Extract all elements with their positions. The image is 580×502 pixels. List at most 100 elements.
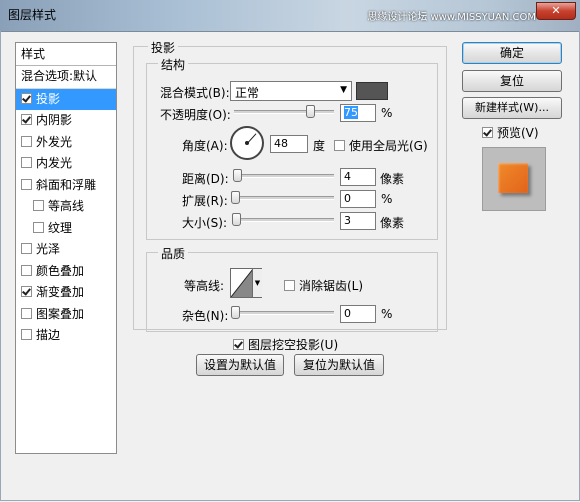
knockout-label: 图层挖空投影(U) [248,338,339,352]
noise-value: 0 [344,307,351,320]
reset-default-button[interactable]: 复位为默认值 [294,354,384,376]
style-item[interactable]: 颜色叠加 [16,261,116,283]
style-item-checkbox[interactable] [21,264,32,276]
blend-mode-value: 正常 [235,86,260,100]
contour-chevron-down-icon[interactable]: ▼ [252,269,262,297]
spread-value: 0 [344,192,351,205]
spread-input[interactable]: 0 [340,190,376,208]
style-item-checkbox[interactable] [33,200,44,211]
style-item[interactable]: 描边 [16,325,116,347]
size-slider-track [234,218,334,222]
style-item[interactable]: 内发光 [16,153,116,175]
opacity-slider-track [234,110,334,114]
style-item-checkbox[interactable] [33,221,44,233]
spread-label: 扩展(R): [182,194,228,208]
distance-slider[interactable] [233,169,334,182]
size-unit: 像素 [380,216,405,230]
spread-percent-sign: % [381,192,393,206]
spread-slider-thumb[interactable] [231,191,240,204]
angle-dial-center [245,141,249,145]
angle-unit: 度 [313,139,326,153]
style-items: 投影内阴影外发光内发光斜面和浮雕等高线纹理光泽颜色叠加渐变叠加图案叠加 描边 [16,88,116,347]
style-item-checkbox[interactable] [21,157,32,168]
make-default-button[interactable]: 设置为默认值 [196,354,284,376]
contour-picker[interactable]: ▼ [230,268,262,298]
angle-input[interactable]: 48 [270,135,308,153]
angle-value: 48 [274,137,288,150]
knockout-check-icon[interactable] [233,339,244,350]
distance-unit: 像素 [380,172,405,186]
style-item-label: 外发光 [36,134,73,149]
style-item-checkbox[interactable] [21,307,32,319]
distance-slider-thumb[interactable] [233,169,242,182]
style-item-label: 渐变叠加 [36,285,85,299]
antialias-check-icon[interactable] [284,280,295,291]
style-item[interactable]: 内阴影 [16,110,116,132]
antialias-checkbox[interactable]: 消除锯齿(L) [284,277,363,294]
knockout-checkbox[interactable]: 图层挖空投影(U) [233,336,338,353]
style-item[interactable]: 外发光 [16,132,116,154]
style-item-checkbox[interactable] [21,178,32,190]
style-item-label: 斜面和浮雕 [36,177,97,192]
size-slider[interactable] [232,213,334,226]
style-item-label: 颜色叠加 [36,263,85,278]
distance-input[interactable]: 4 [340,168,376,186]
angle-dial[interactable] [230,126,264,160]
styles-list-header[interactable]: 样式 [16,43,116,66]
opacity-input[interactable]: 75 [340,104,376,122]
style-item-label: 纹理 [48,220,73,235]
preview-checkbox[interactable]: 预览(V) [482,124,539,141]
style-item-label: 等高线 [48,199,85,213]
contour-curve-icon [231,269,253,297]
style-item-checkbox[interactable] [21,135,32,147]
close-button[interactable]: ✕ [536,2,576,20]
style-preview [482,147,546,211]
opacity-percent-sign: % [381,106,393,120]
opacity-slider-thumb[interactable] [306,105,315,118]
styles-list: 样式 混合选项:默认 投影内阴影外发光内发光斜面和浮雕等高线纹理光泽颜色叠加渐变… [15,42,117,454]
preview-check-icon[interactable] [482,127,493,138]
ok-button[interactable]: 确定 [462,42,562,64]
style-item-label: 投影 [36,91,61,106]
style-item-checkbox[interactable] [21,286,32,297]
opacity-slider[interactable] [234,105,334,118]
noise-percent-sign: % [381,307,393,321]
distance-label: 距离(D): [182,172,229,186]
angle-label: 角度(A): [182,139,228,153]
contour-label: 等高线: [184,279,225,293]
window-title: 图层样式 [8,8,57,22]
preview-swatch [498,163,528,193]
opacity-label: 不透明度(O): [160,108,231,122]
style-item-checkbox[interactable] [21,329,32,340]
style-item-checkbox[interactable] [21,243,32,254]
reset-button[interactable]: 复位 [462,70,562,92]
size-input[interactable]: 3 [340,212,376,230]
style-item[interactable]: 投影 [16,88,116,110]
style-item[interactable]: 图案叠加 [16,304,116,326]
blend-options-item[interactable]: 混合选项:默认 [16,66,116,89]
title-bar[interactable]: 图层样式 思缘设计论坛 www.MISSYUAN.COM ✕ [0,0,580,32]
style-item-checkbox[interactable] [21,92,32,104]
close-icon: ✕ [551,4,561,17]
style-item-label: 光泽 [36,242,61,256]
style-item[interactable]: 斜面和浮雕 [16,175,116,197]
style-item[interactable]: 纹理 [16,218,116,240]
style-item[interactable]: 光泽 [16,239,116,261]
global-light-label: 使用全局光(G) [349,139,428,153]
new-style-button[interactable]: 新建样式(W)... [462,97,562,119]
shadow-color-swatch[interactable] [356,82,388,100]
style-item-checkbox[interactable] [21,114,32,125]
chevron-down-icon: ▼ [340,85,347,95]
spread-slider[interactable] [231,191,334,204]
style-item[interactable]: 渐变叠加 [16,282,116,304]
global-light-check-icon[interactable] [334,140,345,151]
blend-mode-select[interactable]: 正常 ▼ [230,81,352,101]
global-light-checkbox[interactable]: 使用全局光(G) [334,137,428,154]
size-slider-thumb[interactable] [232,213,241,226]
noise-slider-thumb[interactable] [231,306,240,319]
style-item[interactable]: 等高线 [16,196,116,218]
structure-title: 结构 [158,56,189,73]
noise-slider-track [234,311,334,315]
noise-slider[interactable] [231,306,334,319]
noise-input[interactable]: 0 [340,305,376,323]
